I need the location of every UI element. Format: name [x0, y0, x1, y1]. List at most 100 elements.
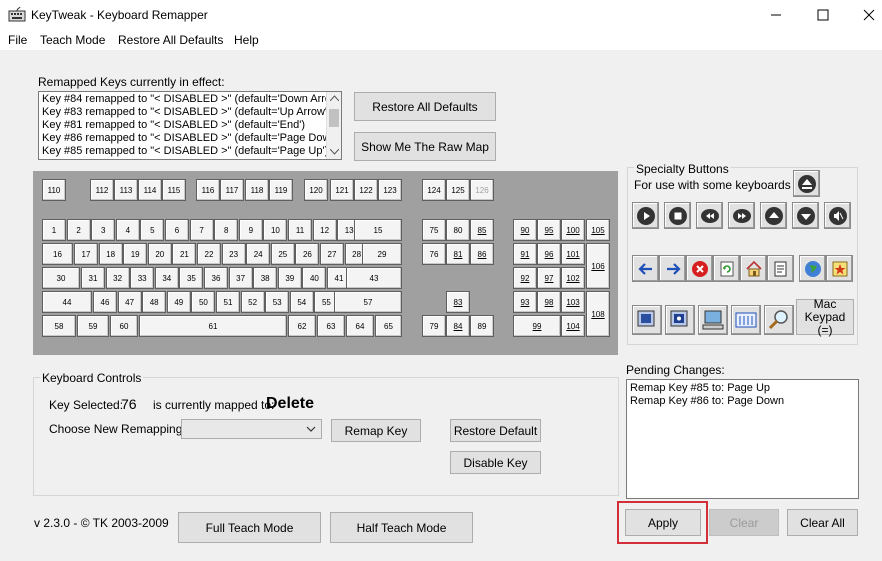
scroll-thumb[interactable] [329, 109, 339, 127]
restore-default-button[interactable]: Restore Default [450, 419, 541, 442]
stop-button[interactable] [664, 202, 691, 229]
browser-back-button[interactable] [632, 255, 659, 282]
key-35[interactable]: 35 [179, 267, 204, 289]
key-2[interactable]: 2 [66, 219, 91, 241]
minimize-button[interactable] [753, 0, 799, 30]
remap-key-button[interactable]: Remap Key [331, 419, 421, 442]
key-49[interactable]: 49 [166, 291, 191, 313]
full-teach-mode-button[interactable]: Full Teach Mode [178, 512, 321, 543]
key-92[interactable]: 92 [513, 267, 537, 289]
key-84[interactable]: 84 [446, 315, 470, 337]
key-100[interactable]: 100 [561, 219, 585, 241]
browser-favorites-button[interactable] [799, 255, 826, 282]
key-97[interactable]: 97 [537, 267, 561, 289]
key-3[interactable]: 3 [91, 219, 116, 241]
key-46[interactable]: 46 [93, 291, 117, 313]
key-21[interactable]: 21 [172, 243, 197, 265]
scroll-down-icon[interactable] [330, 149, 339, 155]
key-10[interactable]: 10 [263, 219, 288, 241]
key-102[interactable]: 102 [561, 267, 585, 289]
key-44[interactable]: 44 [42, 291, 92, 313]
key-65[interactable]: 65 [375, 315, 402, 337]
key-115[interactable]: 115 [162, 179, 186, 201]
browser-refresh-button[interactable] [713, 255, 740, 282]
list-item[interactable]: Remap Key #86 to: Page Down [627, 395, 858, 408]
key-38[interactable]: 38 [253, 267, 278, 289]
key-18[interactable]: 18 [98, 243, 123, 265]
key-52[interactable]: 52 [240, 291, 265, 313]
restore-all-defaults-button[interactable]: Restore All Defaults [354, 92, 496, 121]
key-110[interactable]: 110 [42, 179, 66, 201]
key-30[interactable]: 30 [42, 267, 80, 289]
mac-keypad-button[interactable]: Mac Keypad (=) [796, 297, 854, 336]
key-25[interactable]: 25 [270, 243, 295, 265]
mail-button[interactable] [632, 305, 662, 335]
key-99[interactable]: 99 [513, 315, 561, 337]
key-47[interactable]: 47 [117, 291, 142, 313]
key-122[interactable]: 122 [354, 179, 378, 201]
favorites-star-button[interactable] [826, 255, 853, 282]
key-64[interactable]: 64 [346, 315, 374, 337]
key-32[interactable]: 32 [105, 267, 130, 289]
key-29[interactable]: 29 [362, 243, 402, 265]
key-105[interactable]: 105 [586, 219, 610, 241]
key-90[interactable]: 90 [513, 219, 537, 241]
key-53[interactable]: 53 [265, 291, 290, 313]
list-item[interactable]: Key #81 remapped to "< DISABLED >" (defa… [39, 119, 327, 132]
my-computer-button[interactable] [698, 305, 728, 335]
browser-stop-button[interactable] [686, 255, 713, 282]
pending-changes-list[interactable]: Remap Key #85 to: Page Up Remap Key #86 … [626, 379, 859, 499]
key-16[interactable]: 16 [42, 243, 73, 265]
key-9[interactable]: 9 [238, 219, 263, 241]
key-11[interactable]: 11 [288, 219, 312, 241]
browser-home-button[interactable] [740, 255, 767, 282]
menu-restore-all-defaults[interactable]: Restore All Defaults [118, 33, 223, 47]
apply-button[interactable]: Apply [625, 509, 701, 536]
disable-key-button[interactable]: Disable Key [450, 451, 541, 474]
key-114[interactable]: 114 [138, 179, 162, 201]
key-51[interactable]: 51 [216, 291, 240, 313]
key-48[interactable]: 48 [142, 291, 167, 313]
key-24[interactable]: 24 [246, 243, 271, 265]
clear-all-button[interactable]: Clear All [787, 509, 858, 536]
key-103[interactable]: 103 [561, 291, 585, 313]
key-79[interactable]: 79 [422, 315, 446, 337]
remapped-keys-list[interactable]: Key #84 remapped to "< DISABLED >" (defa… [38, 91, 342, 160]
calculator-button[interactable] [731, 305, 761, 335]
key-81[interactable]: 81 [446, 243, 470, 265]
key-108[interactable]: 108 [586, 291, 610, 337]
key-6[interactable]: 6 [165, 219, 189, 241]
key-57[interactable]: 57 [334, 291, 402, 313]
media-select-button[interactable] [665, 305, 695, 335]
next-track-button[interactable] [728, 202, 755, 229]
key-118[interactable]: 118 [245, 179, 269, 201]
key-126[interactable]: 126 [470, 179, 494, 201]
key-19[interactable]: 19 [123, 243, 148, 265]
key-104[interactable]: 104 [561, 315, 585, 337]
list-item[interactable]: Key #85 remapped to "< DISABLED >" (defa… [39, 145, 328, 158]
menu-file[interactable]: File [8, 33, 27, 47]
key-75[interactable]: 75 [422, 219, 446, 241]
key-58[interactable]: 58 [42, 315, 76, 337]
key-60[interactable]: 60 [110, 315, 138, 337]
key-4[interactable]: 4 [115, 219, 140, 241]
key-31[interactable]: 31 [81, 267, 105, 289]
key-1[interactable]: 1 [42, 219, 66, 241]
key-96[interactable]: 96 [537, 243, 561, 265]
key-23[interactable]: 23 [221, 243, 246, 265]
volume-down-button[interactable] [792, 202, 819, 229]
key-33[interactable]: 33 [130, 267, 155, 289]
key-101[interactable]: 101 [561, 243, 585, 265]
volume-up-button[interactable] [760, 202, 787, 229]
half-teach-mode-button[interactable]: Half Teach Mode [330, 512, 473, 543]
key-106[interactable]: 106 [586, 243, 610, 289]
list-item[interactable]: Key #83 remapped to "< DISABLED >" (defa… [39, 106, 331, 119]
key-123[interactable]: 123 [378, 179, 402, 201]
key-86[interactable]: 86 [470, 243, 494, 265]
key-117[interactable]: 117 [220, 179, 244, 201]
key-125[interactable]: 125 [446, 179, 470, 201]
key-95[interactable]: 95 [537, 219, 561, 241]
list-scrollbar[interactable] [326, 92, 341, 159]
key-50[interactable]: 50 [191, 291, 216, 313]
key-36[interactable]: 36 [204, 267, 228, 289]
